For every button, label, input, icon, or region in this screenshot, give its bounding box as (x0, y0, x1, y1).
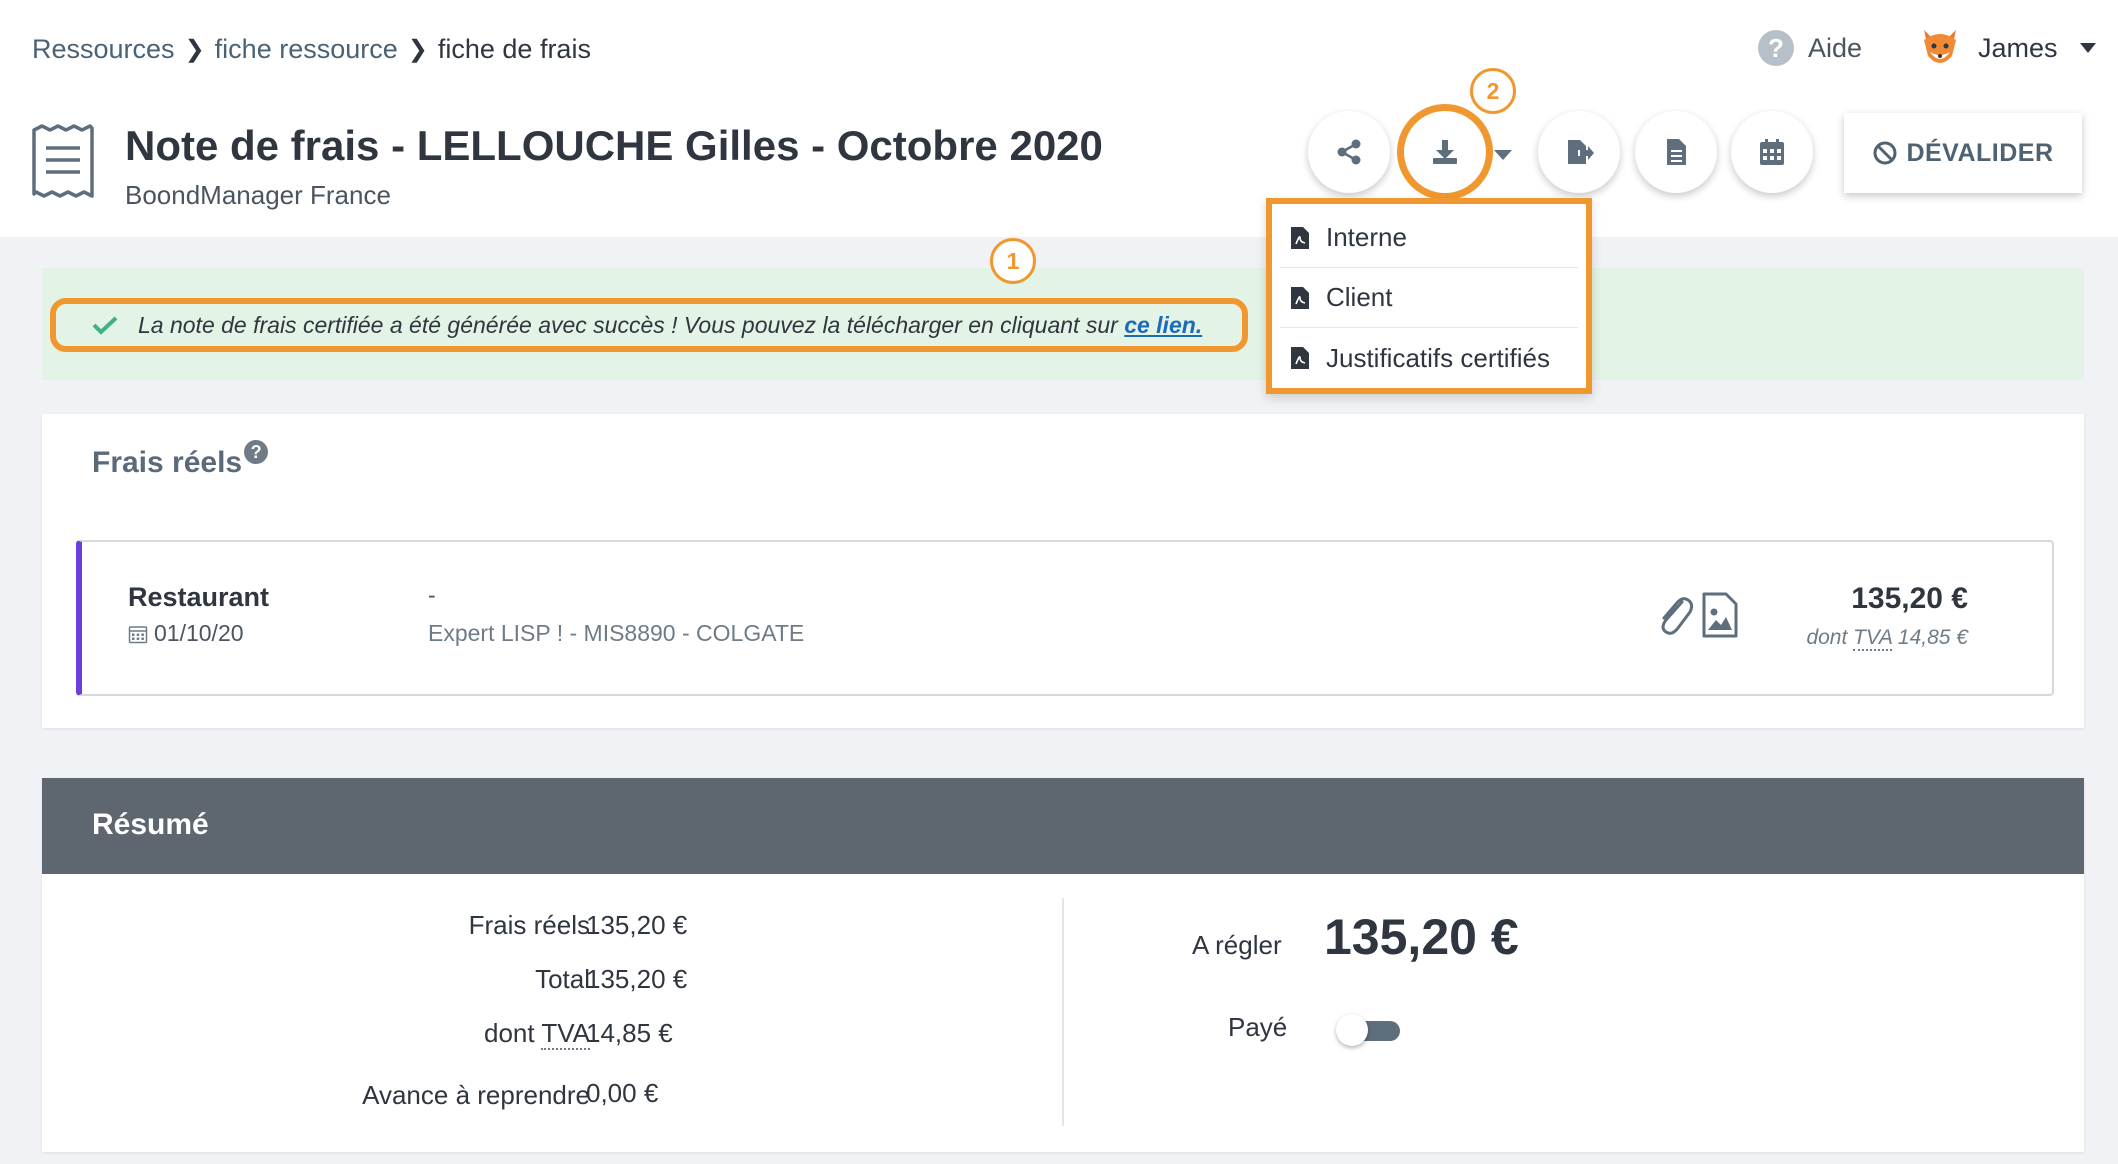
breadcrumb-ressources[interactable]: Ressources (32, 34, 175, 65)
summary-total-value: 135,20 € (586, 964, 688, 994)
summary-tva-value: 14,85 € (586, 1018, 673, 1048)
expense-tva-value: 14,85 € (1897, 626, 1968, 649)
document-icon (1667, 139, 1686, 165)
breadcrumb-current: fiche de frais (437, 34, 591, 64)
pdf-file-icon (1291, 286, 1309, 309)
expense-tva-prefix: dont (1806, 626, 1848, 649)
share-icon (1337, 139, 1361, 165)
download-menu-label: Client (1326, 282, 1393, 312)
question-icon: ? (1758, 30, 1794, 66)
expense-row[interactable]: Restaurant 01/10/20 - Expert LISP ! - MI… (76, 540, 2054, 696)
help-label: Aide (1808, 32, 1863, 63)
expense-date-value: 01/10/20 (154, 620, 244, 646)
download-menu-label: Interne (1326, 222, 1407, 252)
summary-tva-prefix: dont (483, 1018, 535, 1048)
summary-frais-reels-label: Frais réels (468, 910, 590, 940)
resume-title: Résumé (92, 808, 209, 841)
resume-card: Résumé Frais réels 135,20 € Total 135,20… (42, 778, 2084, 1152)
document-button[interactable] (1635, 111, 1717, 193)
summary-divider (1062, 898, 1064, 1126)
calendar-button[interactable] (1731, 111, 1813, 193)
summary-avance-value: 0,00 € (586, 1078, 659, 1108)
calendar-small-icon (128, 625, 148, 643)
breadcrumb: Ressources ❯ fiche ressource ❯ fiche de … (32, 34, 591, 65)
download-menu-item-interne[interactable]: Interne (1280, 208, 1578, 268)
expense-description: - (428, 582, 436, 608)
chevron-right-icon: ❯ (184, 36, 205, 63)
caret-down-icon (2079, 43, 2096, 53)
expense-category: Restaurant (128, 582, 270, 612)
expense-project: Expert LISP ! - MIS8890 - COLGATE (428, 620, 805, 646)
check-icon (92, 316, 118, 335)
download-icon (1433, 140, 1457, 164)
chevron-right-icon: ❯ (407, 36, 428, 63)
success-message: La note de frais certifiée a été générée… (50, 298, 1248, 352)
alert-download-link[interactable]: ce lien. (1124, 312, 1202, 338)
expense-amount: 135,20 € (1851, 582, 1968, 615)
fox-avatar-icon (1924, 30, 1956, 63)
image-file-icon[interactable] (1702, 592, 1738, 638)
page-title: Note de frais - LELLOUCHE Gilles - Octob… (125, 122, 1103, 169)
download-caret-icon[interactable] (1494, 150, 1512, 160)
a-regler-label: A régler (1192, 930, 1282, 960)
frais-reels-card: Frais réels ? Restaurant 01/10/20 - Expe… (42, 414, 2084, 728)
download-dropdown-menu: Interne Client Justificatifs certifiés (1266, 198, 1592, 394)
paye-label: Payé (1228, 1012, 1288, 1042)
frais-reels-title: Frais réels ? (92, 440, 269, 480)
paye-toggle[interactable] (1336, 1014, 1400, 1046)
pdf-file-icon (1291, 347, 1309, 369)
user-name: James (1978, 32, 2058, 63)
frais-reels-title-text: Frais réels (92, 446, 243, 479)
resume-header: Résumé (42, 778, 2084, 874)
help-link[interactable]: ? Aide (1758, 30, 1862, 66)
page-header: Ressources ❯ fiche ressource ❯ fiche de … (0, 0, 2118, 237)
annotation-badge-1: 1 (990, 238, 1036, 284)
download-menu-label: Justificatifs certifiés (1326, 342, 1550, 373)
paperclip-icon[interactable] (1654, 592, 1694, 638)
annotation-badge-2: 2 (1470, 68, 1516, 114)
expense-tva: dont TVA 14,85 € (1806, 626, 1968, 651)
page-subtitle: BoondManager France (125, 180, 391, 210)
expense-tva-abbr: TVA (1853, 626, 1893, 651)
calendar-icon (1760, 139, 1784, 165)
alert-text: La note de frais certifiée a été générée… (138, 312, 1202, 339)
summary-total-label: Total (535, 964, 590, 994)
alert-message: La note de frais certifiée a été générée… (138, 311, 1118, 338)
expense-date: 01/10/20 (128, 620, 244, 647)
share-button[interactable] (1308, 111, 1390, 193)
download-menu-item-client[interactable]: Client (1280, 268, 1578, 328)
download-button[interactable] (1404, 111, 1486, 193)
pdf-file-icon (1291, 226, 1309, 249)
file-export-icon (1568, 140, 1594, 164)
download-menu-item-justificatifs[interactable]: Justificatifs certifiés (1280, 328, 1578, 388)
export-button[interactable] (1538, 111, 1620, 193)
paye-toggle-knob (1336, 1014, 1368, 1046)
summary-avance-label: Avance à reprendre (362, 1080, 590, 1110)
a-regler-value: 135,20 € (1324, 909, 1519, 965)
summary-frais-reels-value: 135,20 € (586, 910, 688, 940)
help-question-icon[interactable]: ? (244, 440, 269, 464)
receipt-icon (32, 124, 94, 198)
ban-icon (1873, 141, 1897, 165)
user-menu[interactable]: James (1918, 26, 2096, 70)
summary-tva-label: dont TVA (190, 1018, 590, 1050)
breadcrumb-fiche-ressource[interactable]: fiche ressource (215, 34, 398, 65)
summary-tva-abbr: TVA (541, 1018, 590, 1050)
devalider-label: DÉVALIDER (1906, 138, 2054, 167)
devalider-button[interactable]: DÉVALIDER (1844, 113, 2082, 193)
